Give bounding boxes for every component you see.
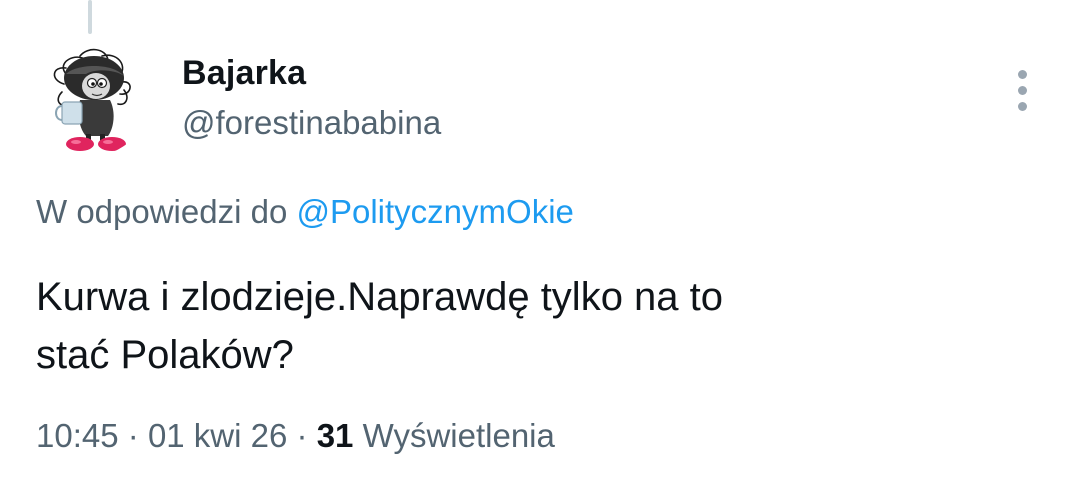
reply-mention-link[interactable]: @PolitycznymOkie	[296, 193, 573, 230]
meta-separator-2: ·	[296, 417, 308, 454]
more-vertical-icon-dot-2	[1018, 86, 1027, 95]
tweet-container: Bajarka @forestinababina W odpowiedzi do…	[0, 0, 1080, 477]
more-options-button[interactable]	[1004, 66, 1042, 116]
reply-prefix: W odpowiedzi do	[36, 193, 288, 230]
views-count: 31	[316, 417, 354, 454]
avatar-illustration	[53, 48, 131, 151]
author-display-name[interactable]: Bajarka	[182, 53, 306, 93]
tweet-text-line-1: Kurwa i zlodzieje.Naprawdę tylko na to	[36, 275, 724, 319]
tweet-time[interactable]: 10:45	[36, 417, 119, 454]
views-label[interactable]: Wyświetlenia	[363, 417, 555, 454]
author-handle[interactable]: @forestinababina	[182, 103, 441, 143]
tweet-text-line-2: stać Polaków?	[36, 333, 294, 377]
avatar[interactable]	[36, 44, 148, 156]
tweet-date[interactable]: 01 kwi 26	[148, 417, 287, 454]
thread-connector-line	[88, 0, 92, 34]
tweet-text: Kurwa i zlodzieje.Naprawdę tylko na to s…	[36, 268, 1036, 384]
more-vertical-icon-dot-3	[1018, 102, 1027, 111]
tweet-metadata: 10:45 · 01 kwi 26 · 31 Wyświetlenia	[36, 416, 555, 456]
more-vertical-icon	[1018, 70, 1027, 79]
meta-separator: ·	[127, 417, 139, 454]
reply-context: W odpowiedzi do @PolitycznymOkie	[36, 192, 574, 232]
